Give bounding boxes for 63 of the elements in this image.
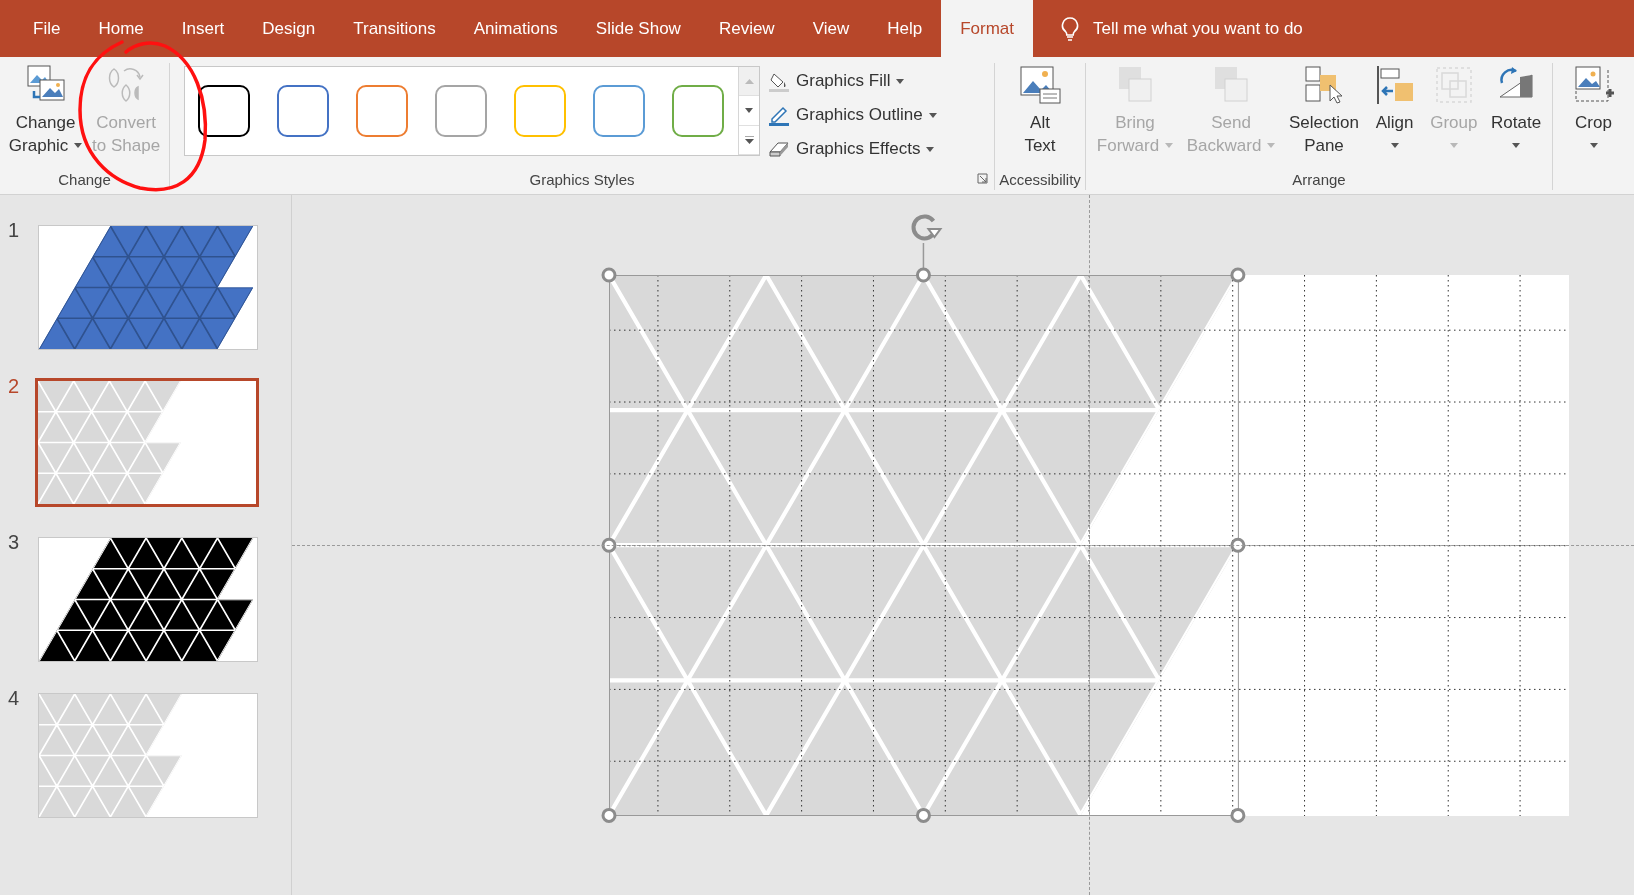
- ribbon-tab[interactable]: Review: [699, 0, 794, 57]
- resize-handle[interactable]: [1230, 537, 1246, 553]
- slide-number: 1: [7, 219, 21, 242]
- resize-handle[interactable]: [1230, 267, 1246, 283]
- resize-handle[interactable]: [601, 807, 617, 823]
- lightbulb-icon: [1061, 16, 1079, 41]
- caret-icon: [928, 112, 937, 118]
- tell-me-field[interactable]: Tell me what you want to do: [1053, 0, 1311, 57]
- slide-number: 3: [7, 531, 21, 554]
- group-label: Change: [58, 170, 111, 190]
- ribbon-button[interactable]: Alt Text: [1014, 63, 1066, 157]
- more-icon: [744, 135, 754, 144]
- caret-icon: [745, 108, 753, 113]
- caret-icon: [926, 146, 935, 152]
- style-swatch[interactable]: [198, 85, 250, 137]
- caret-icon: [1449, 143, 1458, 148]
- caret-icon: [74, 143, 83, 148]
- ribbon-command[interactable]: Graphics Effects: [768, 135, 937, 163]
- slide-thumbnail[interactable]: [38, 693, 258, 818]
- dialog-launcher-icon[interactable]: [977, 173, 988, 184]
- ribbon-button[interactable]: Align: [1368, 63, 1421, 157]
- ribbon-tab[interactable]: Help: [868, 0, 942, 57]
- ribbon-tab[interactable]: Animations: [454, 0, 577, 57]
- resize-handle[interactable]: [915, 807, 931, 823]
- caret-icon: [1165, 143, 1174, 148]
- group-label: Arrange: [1292, 170, 1346, 190]
- group-label: Graphics Styles: [529, 170, 635, 190]
- ribbon-tab[interactable]: Format: [941, 0, 1033, 57]
- caret-up-icon: [744, 78, 754, 84]
- pencil-icon: [768, 104, 790, 126]
- ribbon-tab[interactable]: Design: [243, 0, 335, 57]
- ribbon-tab[interactable]: Slide Show: [576, 0, 700, 57]
- rotate-handle[interactable]: [911, 214, 943, 241]
- resize-handle[interactable]: [601, 267, 617, 283]
- caret-icon: [1512, 143, 1521, 148]
- ribbon-tab[interactable]: Insert: [162, 0, 244, 57]
- ribbon-button[interactable]: Selection Pane: [1285, 63, 1363, 157]
- picture-text-icon: [1018, 63, 1062, 107]
- caret-icon: [1390, 143, 1399, 148]
- caret-icon: [1589, 143, 1598, 148]
- style-swatch[interactable]: [435, 85, 487, 137]
- resize-handle[interactable]: [1230, 807, 1246, 823]
- caret-icon: [896, 78, 905, 84]
- ribbon-tab[interactable]: Transitions: [334, 0, 455, 57]
- ribbon-command[interactable]: Graphics Outline: [768, 101, 937, 129]
- ribbon-tab[interactable]: File: [14, 0, 80, 57]
- ribbon-command[interactable]: Graphics Fill: [768, 67, 937, 95]
- ribbon-button[interactable]: Change Graphic: [4, 63, 87, 157]
- ribbon-tab[interactable]: Home: [79, 0, 163, 57]
- group-label: Accessibility: [999, 170, 1081, 190]
- slide-thumbnail[interactable]: [35, 378, 259, 507]
- style-swatch[interactable]: [356, 85, 408, 137]
- resize-handle[interactable]: [601, 537, 617, 553]
- ribbon-tab[interactable]: View: [793, 0, 869, 57]
- resize-handle[interactable]: [915, 267, 931, 283]
- slide-number: 4: [7, 687, 21, 710]
- ribbon-button[interactable]: Rotate: [1487, 63, 1546, 157]
- style-swatch[interactable]: [672, 85, 724, 137]
- caret-icon: [1267, 143, 1276, 148]
- ribbon-button[interactable]: Crop: [1567, 63, 1620, 157]
- style-swatch[interactable]: [593, 85, 645, 137]
- slide-number: 2: [7, 375, 21, 398]
- style-swatch[interactable]: [277, 85, 329, 137]
